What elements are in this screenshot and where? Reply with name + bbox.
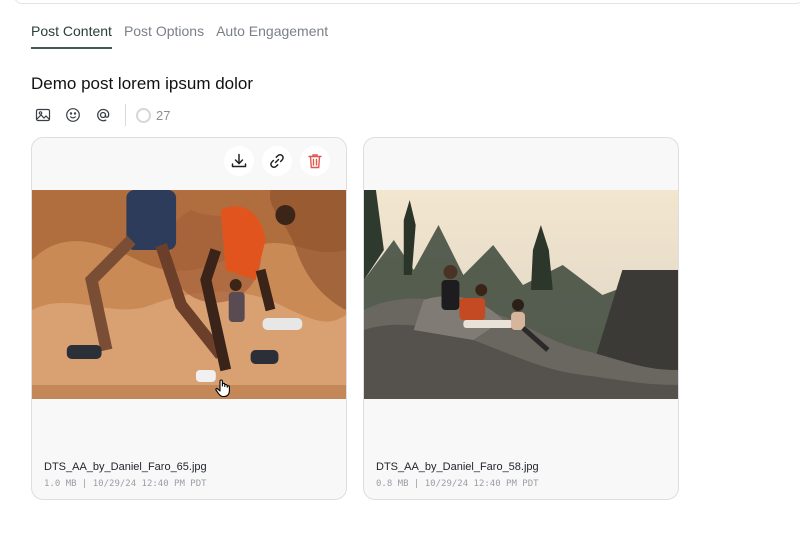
top-input-bar[interactable] <box>14 0 800 4</box>
trash-icon[interactable] <box>300 146 330 176</box>
link-icon[interactable] <box>262 146 292 176</box>
media-filename: DTS_AA_by_Daniel_Faro_58.jpg <box>376 461 539 473</box>
progress-ring-icon <box>136 107 151 123</box>
tab-auto-engagement[interactable]: Auto Engagement <box>216 23 328 49</box>
post-title[interactable]: Demo post lorem ipsum dolor <box>31 74 253 94</box>
download-icon[interactable] <box>224 146 254 176</box>
emoji-icon[interactable] <box>63 105 83 125</box>
media-metadata: 1.0 MB | 10/29/24 12:40 PM PDT <box>44 479 207 489</box>
media-card-actions <box>224 146 330 176</box>
media-card[interactable]: DTS_AA_by_Daniel_Faro_65.jpg 1.0 MB | 10… <box>31 137 347 500</box>
media-metadata: 0.8 MB | 10/29/24 12:40 PM PDT <box>376 479 539 489</box>
mention-icon[interactable] <box>93 105 113 125</box>
media-thumbnail[interactable] <box>32 190 346 399</box>
character-counter: 27 <box>136 107 171 123</box>
tab-bar: Post Content Post Options Auto Engagemen… <box>31 23 328 49</box>
tab-post-options[interactable]: Post Options <box>124 23 204 49</box>
image-icon[interactable] <box>33 105 53 125</box>
media-card[interactable]: DTS_AA_by_Daniel_Faro_58.jpg 0.8 MB | 10… <box>363 137 679 500</box>
tab-post-content[interactable]: Post Content <box>31 23 112 49</box>
editor-toolbar: 27 <box>33 104 170 126</box>
toolbar-divider <box>125 104 126 126</box>
hand-cursor-icon <box>215 379 230 398</box>
media-thumbnail[interactable] <box>364 190 678 399</box>
character-count: 27 <box>156 107 171 123</box>
media-filename: DTS_AA_by_Daniel_Faro_65.jpg <box>44 461 207 473</box>
